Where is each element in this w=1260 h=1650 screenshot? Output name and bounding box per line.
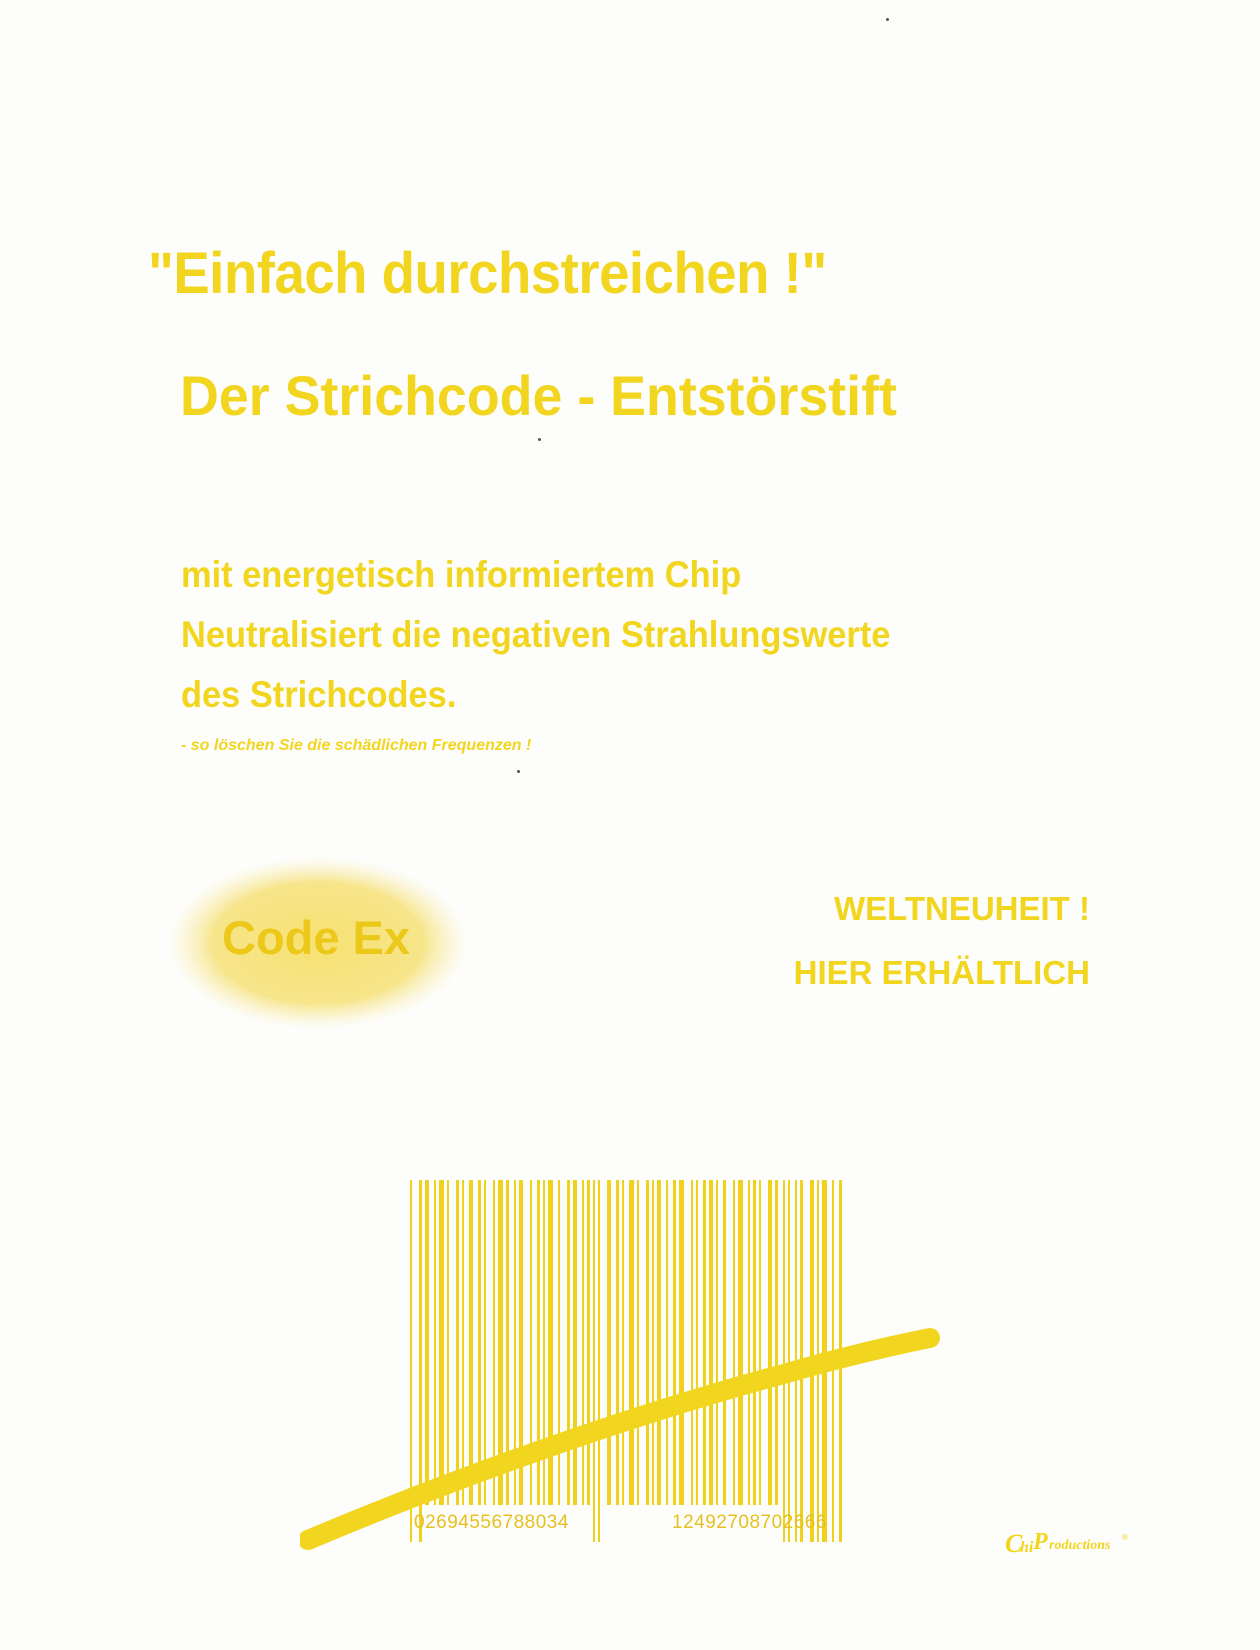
barcode-bar (696, 1180, 698, 1505)
barcode-bar (691, 1180, 693, 1505)
barcode-bar (768, 1180, 772, 1505)
barcode-bar (567, 1180, 570, 1505)
barcode-bar (673, 1180, 676, 1505)
barcode-bar (759, 1180, 761, 1505)
description-line: Neutralisiert die negativen Strahlungswe… (181, 614, 891, 655)
description: mit energetisch informiertem Chip Neutra… (181, 545, 1018, 725)
headline: "Einfach durchstreichen !" (148, 241, 827, 306)
barcode-bar (425, 1180, 429, 1505)
barcode-bar (733, 1180, 735, 1505)
barcode-bar (456, 1180, 459, 1505)
svg-text:P: P (1032, 1529, 1048, 1555)
barcode-bar (723, 1180, 726, 1505)
barcode-bar (666, 1180, 668, 1505)
barcode-bar (434, 1180, 436, 1505)
barcode-bar (738, 1180, 743, 1505)
barcode-bar (607, 1180, 611, 1505)
description-line: mit energetisch informiertem Chip (181, 554, 742, 595)
barcode-icon (300, 1180, 940, 1550)
barcode-right-digits: 12492708702666 (672, 1512, 827, 1533)
barcode-bar (788, 1180, 790, 1542)
speck (886, 18, 889, 21)
barcode-bar (558, 1180, 560, 1505)
speck (517, 770, 520, 773)
barcode-bar (775, 1180, 778, 1505)
barcode-bar (646, 1180, 649, 1505)
barcode-bar (622, 1180, 624, 1505)
barcode-bar (637, 1180, 639, 1505)
barcode-bar (484, 1180, 486, 1505)
barcode-bar (593, 1180, 595, 1542)
badge-label: Code Ex (222, 911, 411, 964)
description-line: des Strichcodes. (181, 674, 457, 715)
barcode-bar (587, 1180, 590, 1505)
barcode-bar (709, 1180, 713, 1505)
subtitle: Der Strichcode - Entstörstift (180, 364, 897, 427)
promo-line-2: HIER ERHÄLTLICH (793, 954, 1090, 991)
barcode-bar (439, 1180, 444, 1505)
barcode-bar (447, 1180, 449, 1505)
barcode-left-digits: 02694556788034 (414, 1512, 569, 1533)
barcode-bar (753, 1180, 756, 1505)
svg-text:roductions: roductions (1049, 1538, 1111, 1553)
barcode-bar (469, 1180, 473, 1505)
note-text: - so löschen Sie die schädlichen Frequen… (181, 737, 532, 754)
barcode-bar (703, 1180, 706, 1505)
barcode-bar (573, 1180, 577, 1505)
promo-line-1: WELTNEUHEIT ! (833, 890, 1090, 927)
barcode-bar (478, 1180, 481, 1505)
svg-text:hi: hi (1020, 1539, 1034, 1556)
barcode-bar (582, 1180, 584, 1505)
svg-text:®: ® (1122, 1533, 1128, 1542)
barcode-bar (783, 1180, 785, 1542)
barcode-bar (716, 1180, 718, 1505)
barcode-bar (748, 1180, 750, 1505)
barcode-bar (616, 1180, 619, 1505)
barcode-bar (657, 1180, 661, 1505)
barcode-bar (598, 1180, 600, 1542)
barcode-bar (462, 1180, 464, 1505)
speck (538, 438, 541, 441)
barcode-bar (652, 1180, 654, 1505)
barcode-bar (629, 1180, 634, 1505)
chiproductions-logo: C hi P roductions ® (1005, 1529, 1128, 1558)
barcode-bar (679, 1180, 684, 1505)
